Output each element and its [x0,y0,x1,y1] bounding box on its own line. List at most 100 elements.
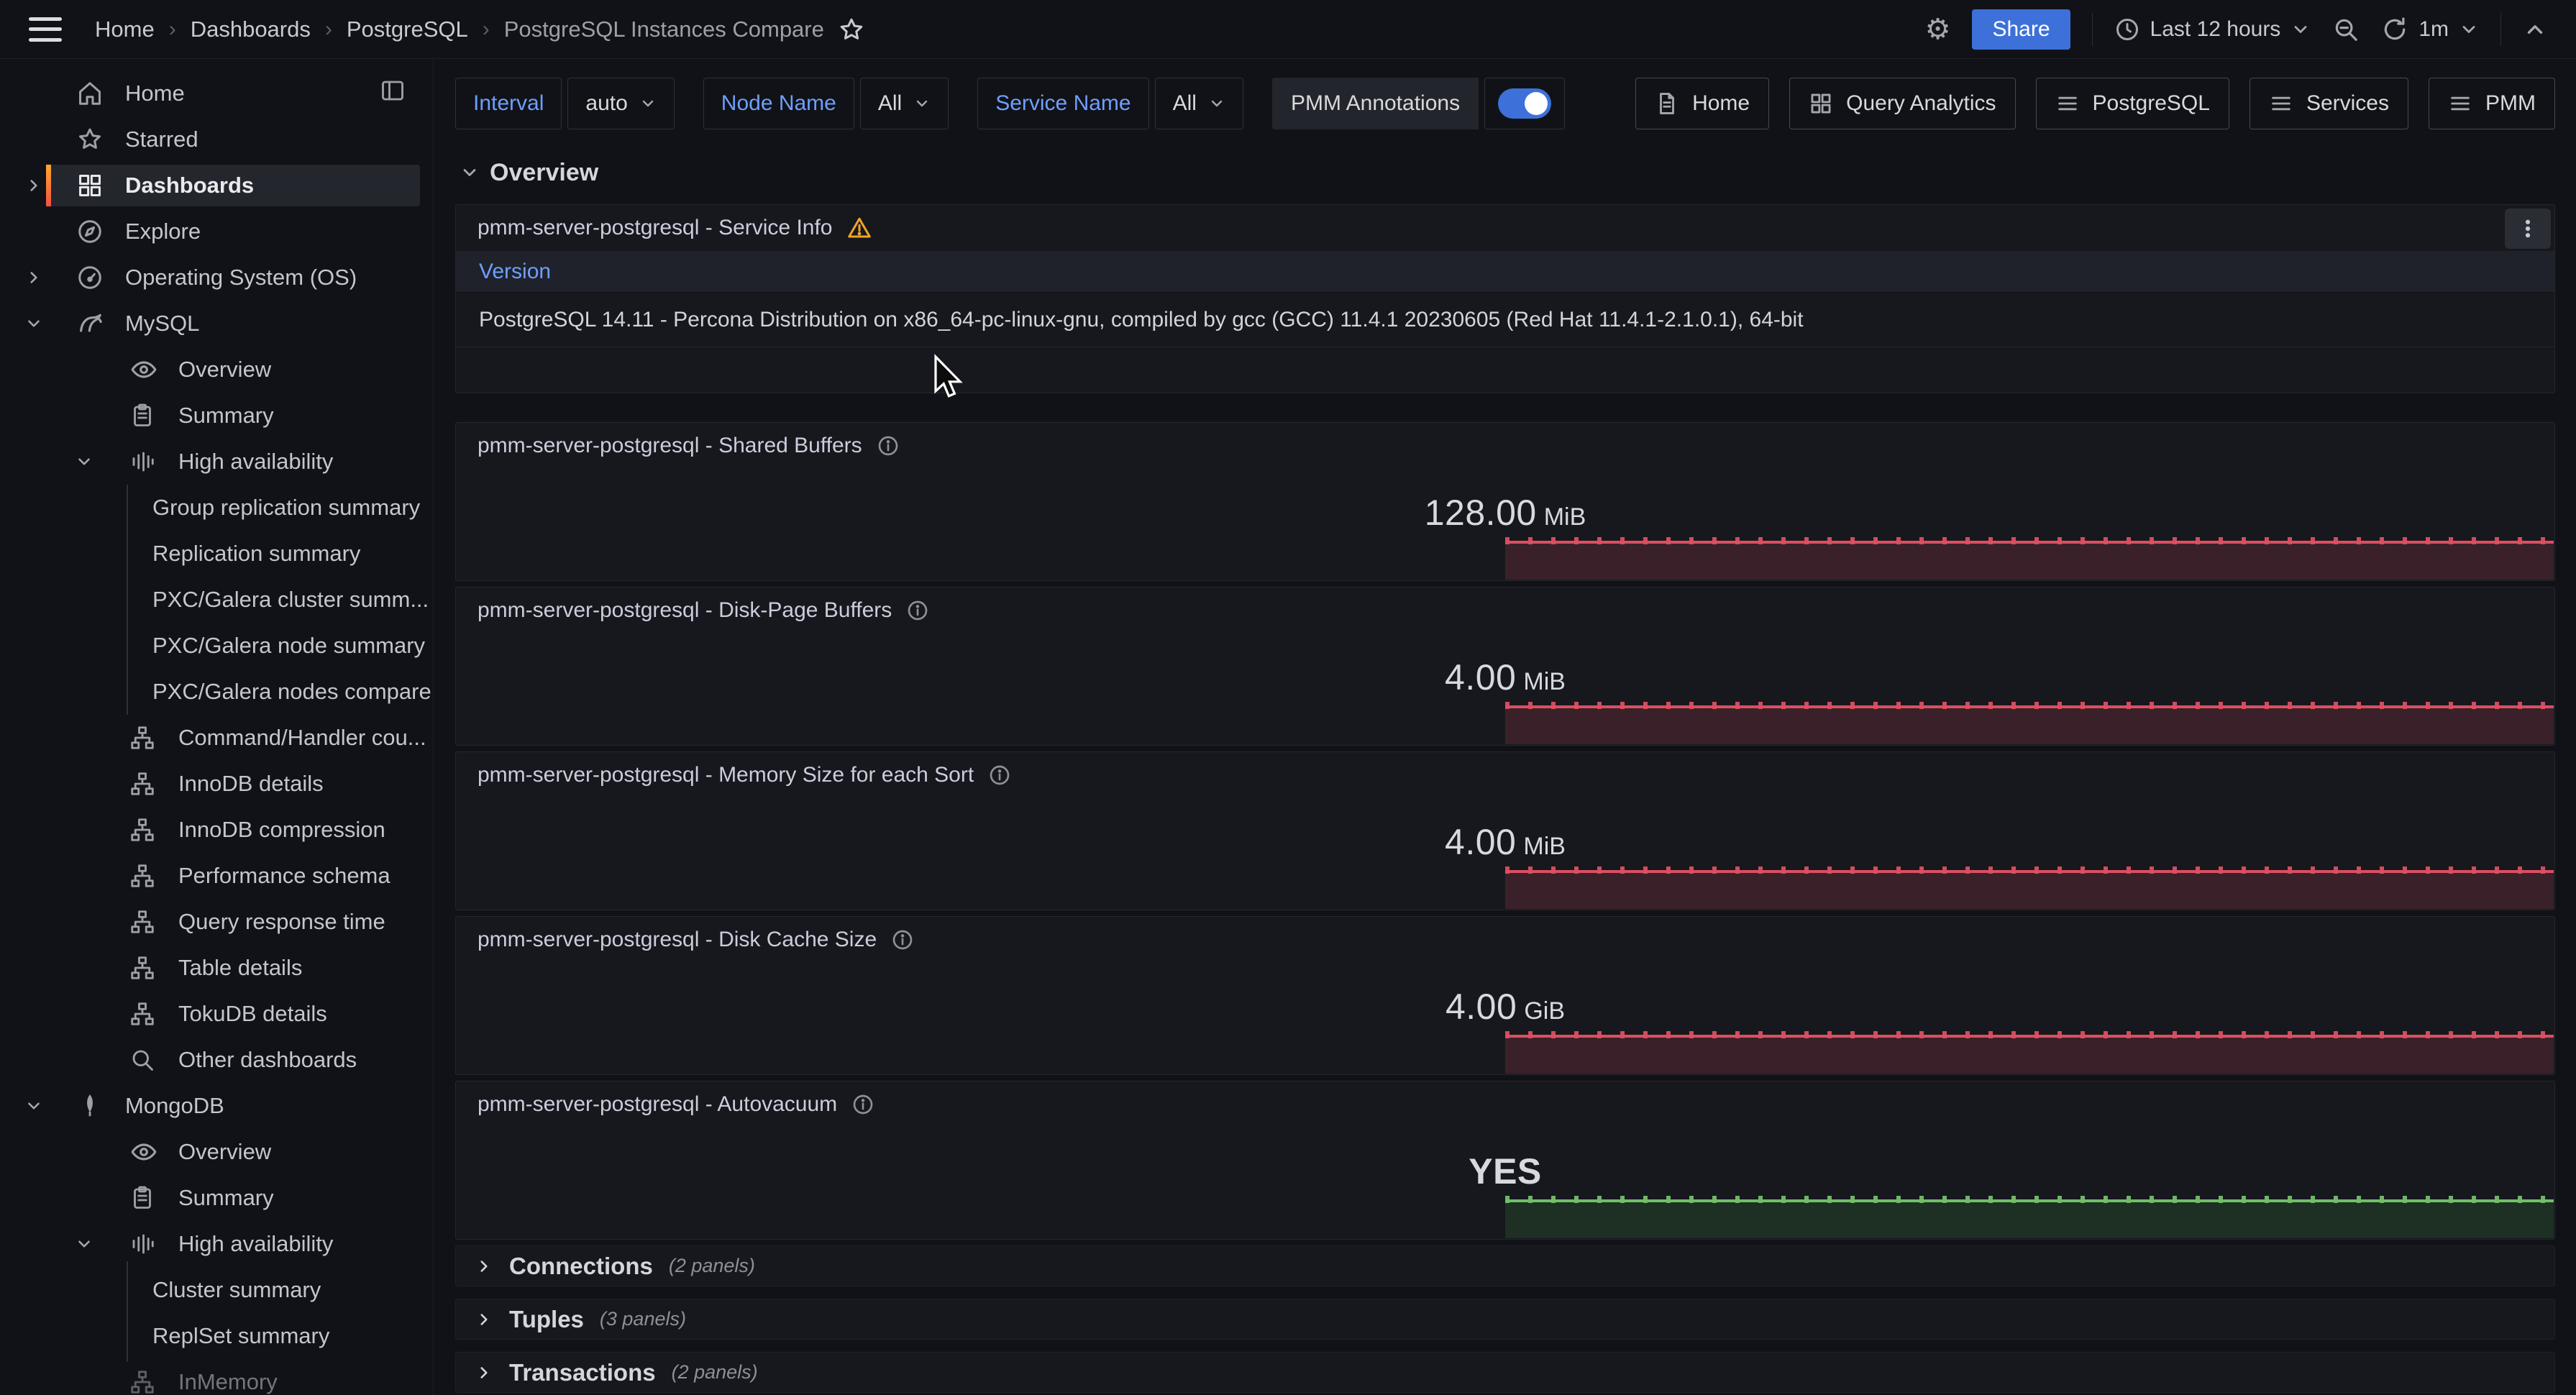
chevron-right-icon[interactable] [24,176,43,195]
version-column-header[interactable]: Version [456,251,2554,293]
panel-menu-kebab-icon[interactable] [2505,209,2551,249]
sidebar-item-mysql-summary[interactable]: Summary [0,393,433,439]
sidebar-item-tokudb-details[interactable]: TokuDB details [0,991,433,1037]
chevron-down-icon[interactable] [75,452,93,471]
refresh-interval-label: 1m [2419,17,2449,42]
interval-select[interactable]: auto [567,78,674,129]
sidebar-item-mongodb-high-availability[interactable]: High availability [0,1221,433,1267]
sparkline [1505,870,2554,909]
refresh-control[interactable]: 1m [2381,16,2479,43]
breadcrumb-dashboards[interactable]: Dashboards [191,17,311,42]
sidebar-item-performance-schema[interactable]: Performance schema [0,853,433,899]
stat-value: 4.00MiB [456,821,2554,863]
sidebar-item-pxc-galera-nodes-compare[interactable]: PXC/Galera nodes compare [0,669,433,715]
variables-toolbar: Interval auto Node Name All Service Name… [455,78,2555,129]
document-icon [1655,91,1679,116]
sidebar-item-mysql-high-availability[interactable]: High availability [0,439,433,485]
panel-service-info-header[interactable]: pmm-server-postgresql - Service Info [456,205,2554,251]
sidebar-item-operating-system[interactable]: Operating System (OS) [0,255,433,301]
sidebar-item-other-dashboards[interactable]: Other dashboards [0,1037,433,1083]
row-tuples[interactable]: Tuples (3 panels) [455,1299,2555,1340]
dock-menu-icon[interactable] [380,78,406,109]
divider [2092,13,2093,46]
sidebar-item-cluster-summary[interactable]: Cluster summary [0,1267,433,1313]
clock-icon [2114,17,2140,42]
sidebar-item-mongodb-overview[interactable]: Overview [0,1129,433,1175]
sitemap-icon [129,955,155,981]
chevron-down-icon[interactable] [24,314,43,333]
sidebar-item-dashboards[interactable]: Dashboards [0,163,433,209]
sidebar-item-pxc-galera-cluster-summary[interactable]: PXC/Galera cluster summ... [0,577,433,623]
section-overview-header[interactable]: Overview [460,158,2555,187]
row-transactions[interactable]: Transactions (2 panels) [455,1352,2555,1393]
chevron-down-icon [2290,19,2311,40]
sidebar-item-table-details[interactable]: Table details [0,945,433,991]
node-name-select[interactable]: All [860,78,949,129]
breadcrumb: Home › Dashboards › PostgreSQL › Postgre… [95,17,864,42]
panel-shared-buffers-header[interactable]: pmm-server-postgresql - Shared Buffers [456,423,2554,469]
search-icon [129,1047,155,1073]
stat-value: YES [456,1151,2554,1192]
time-range-label: Last 12 hours [2150,17,2281,42]
panel-service-info: pmm-server-postgresql - Service Info Ver… [455,204,2555,393]
panel-autovacuum-header[interactable]: pmm-server-postgresql - Autovacuum [456,1081,2554,1128]
chevron-right-icon [475,1310,493,1329]
service-name-select[interactable]: All [1155,78,1243,129]
panel-disk-cache-size-header[interactable]: pmm-server-postgresql - Disk Cache Size [456,917,2554,963]
share-button[interactable]: Share [1972,9,2070,50]
dashboard-settings-gear-icon[interactable]: ⚙ [1925,15,1951,44]
chevron-down-icon [1208,95,1225,112]
sidebar-item-replset-summary[interactable]: ReplSet summary [0,1313,433,1359]
collapse-topbar-icon[interactable] [2523,17,2547,42]
breadcrumb-home[interactable]: Home [95,17,155,42]
sidebar: Home Starred Dashboards Explore Operatin… [0,59,434,1395]
chevron-right-icon[interactable] [24,268,43,287]
sidebar-item-explore[interactable]: Explore [0,209,433,255]
eye-icon [129,1138,158,1166]
home-link-button[interactable]: Home [1635,78,1769,129]
breadcrumb-postgresql[interactable]: PostgreSQL [347,17,468,42]
sidebar-item-mongodb-summary[interactable]: Summary [0,1175,433,1221]
sidebar-item-innodb-details[interactable]: InnoDB details [0,761,433,807]
sparkline [1505,1199,2554,1238]
panel-disk-cache-size: pmm-server-postgresql - Disk Cache Size … [455,916,2555,1075]
sidebar-item-mysql-overview[interactable]: Overview [0,347,433,393]
clipboard-icon [129,1185,155,1211]
sidebar-item-replication-summary[interactable]: Replication summary [0,531,433,577]
query-analytics-button[interactable]: Query Analytics [1789,78,2015,129]
pmm-annotations-toggle[interactable] [1498,88,1551,119]
sidebar-item-group-replication-summary[interactable]: Group replication summary [0,485,433,531]
pmm-annotations-label: PMM Annotations [1272,78,1479,129]
row-connections[interactable]: Connections (2 panels) [455,1245,2555,1286]
mongodb-leaf-icon [76,1092,104,1120]
sidebar-item-query-response-time[interactable]: Query response time [0,899,433,945]
favorite-star-icon[interactable] [839,17,864,42]
pmm-menu-button[interactable]: PMM [2429,78,2555,129]
sidebar-item-inmemory[interactable]: InMemory [0,1359,433,1395]
sidebar-item-home[interactable]: Home [0,70,433,116]
panel-memory-size-each-sort-header[interactable]: pmm-server-postgresql - Memory Size for … [456,752,2554,798]
home-icon [76,80,104,107]
sidebar-item-mysql[interactable]: MySQL [0,301,433,347]
services-menu-button[interactable]: Services [2250,78,2408,129]
sidebar-item-innodb-compression[interactable]: InnoDB compression [0,807,433,853]
chevron-down-icon[interactable] [24,1097,43,1115]
zoom-out-icon[interactable] [2332,16,2360,43]
time-range-picker[interactable]: Last 12 hours [2114,17,2311,42]
panel-autovacuum: pmm-server-postgresql - Autovacuum YES [455,1081,2555,1240]
postgresql-menu-button[interactable]: PostgreSQL [2036,78,2229,129]
chevron-down-icon[interactable] [75,1235,93,1253]
chevron-down-icon [460,163,480,183]
breadcrumb-separator-icon: › [483,17,490,42]
divider [2500,13,2501,46]
chevron-right-icon [475,1363,493,1382]
info-icon [988,764,1011,787]
sidebar-item-command-handler-counters[interactable]: Command/Handler cou... [0,715,433,761]
panel-disk-page-buffers-header[interactable]: pmm-server-postgresql - Disk-Page Buffer… [456,587,2554,634]
sidebar-item-starred[interactable]: Starred [0,116,433,163]
sidebar-item-mongodb[interactable]: MongoDB [0,1083,433,1129]
apps-grid-icon [76,172,104,199]
menu-toggle-icon[interactable] [29,17,62,42]
warning-icon [846,215,872,241]
sidebar-item-pxc-galera-node-summary[interactable]: PXC/Galera node summary [0,623,433,669]
